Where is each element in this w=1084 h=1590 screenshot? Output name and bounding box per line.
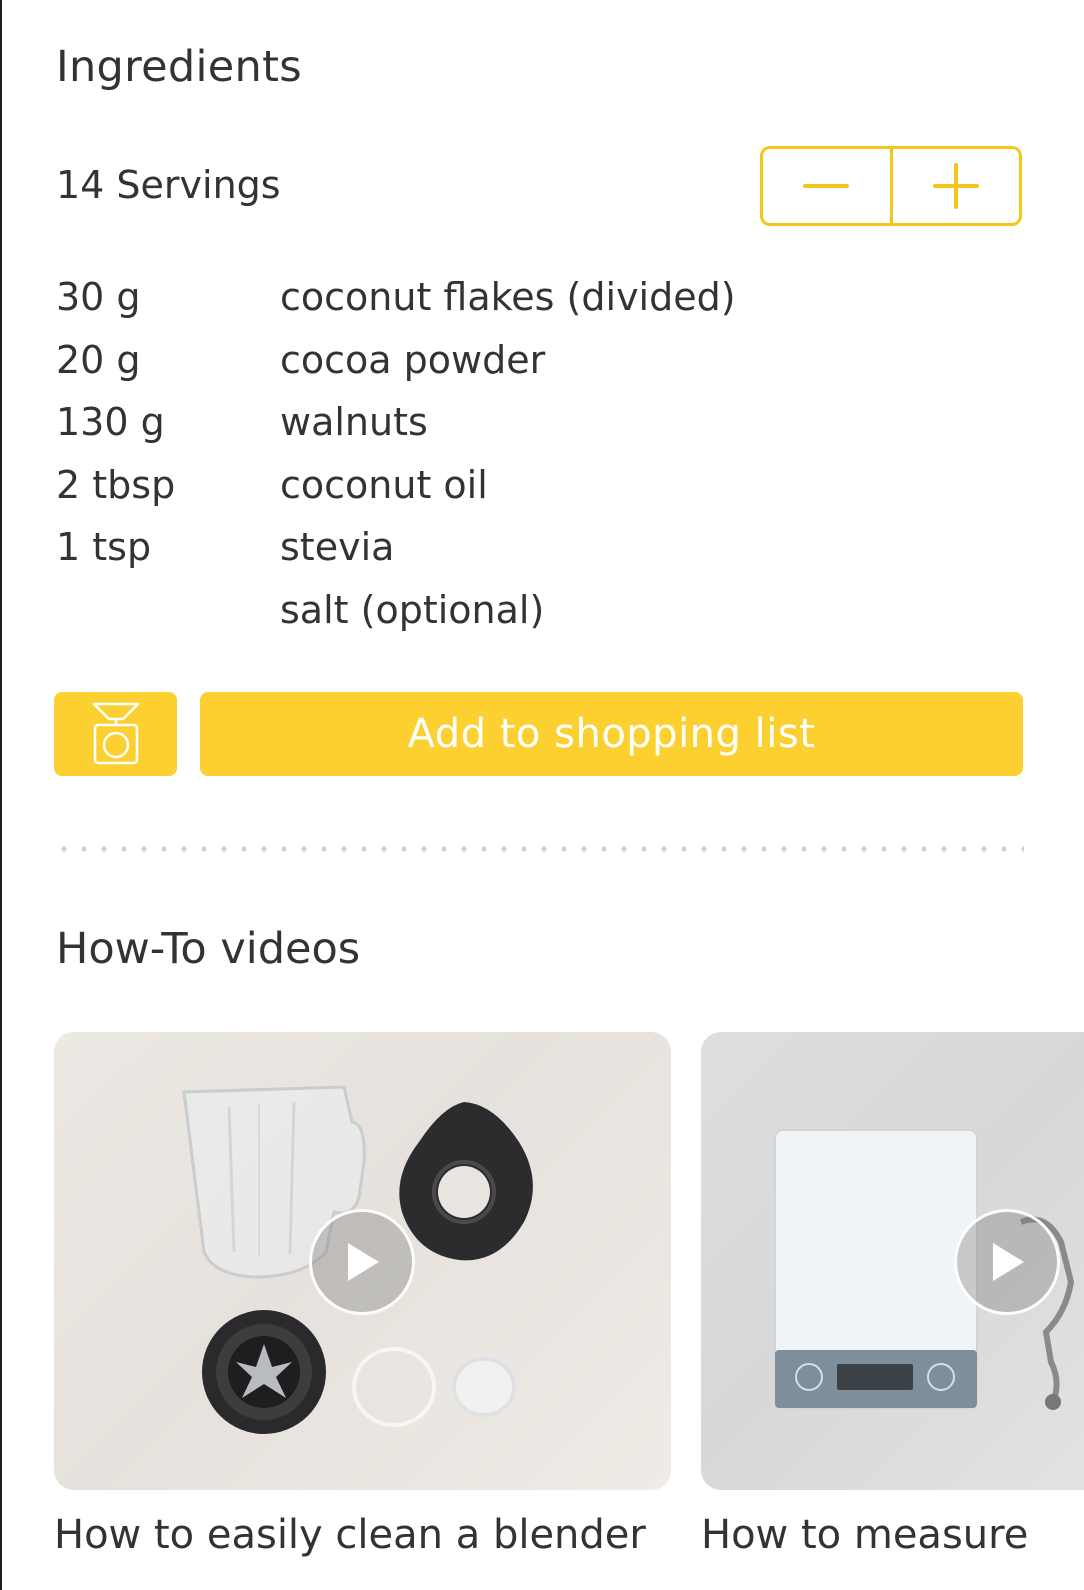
ingredient-quantity: 30 g — [56, 275, 141, 320]
video-card-clean-blender[interactable]: How to easily clean a blender — [54, 1032, 671, 1558]
unit-conversion-button[interactable] — [54, 692, 177, 776]
video-thumbnail[interactable] — [54, 1032, 671, 1490]
ingredient-row: salt (optional) — [56, 579, 956, 642]
ingredient-list: 30 g coconut flakes (divided) 20 g cocoa… — [56, 266, 956, 641]
play-icon — [993, 1243, 1024, 1281]
decrease-servings-button[interactable] — [763, 149, 890, 223]
ingredient-quantity: 130 g — [56, 400, 165, 445]
video-card-how-to-measure[interactable]: How to measure — [701, 1032, 1084, 1558]
dotted-divider — [54, 846, 1024, 852]
video-thumbnail[interactable] — [701, 1032, 1084, 1490]
ingredient-name: stevia — [280, 525, 395, 570]
kitchen-scale-icon — [92, 702, 139, 765]
window-edge — [0, 0, 2, 1590]
increase-servings-button[interactable] — [889, 149, 1020, 223]
ingredient-name: coconut oil — [280, 462, 488, 507]
how-to-videos-heading: How-To videos — [56, 924, 361, 974]
video-title: How to easily clean a blender — [54, 1512, 646, 1558]
video-title: How to measure — [701, 1512, 1029, 1558]
ingredient-name: walnuts — [280, 400, 428, 445]
add-to-shopping-list-button[interactable]: Add to shopping list — [200, 692, 1023, 776]
ingredients-heading: Ingredients — [56, 42, 302, 92]
ingredient-name: salt (optional) — [280, 587, 545, 632]
servings-label: 14 Servings — [56, 163, 281, 207]
ingredient-row: 130 g walnuts — [56, 391, 956, 454]
plus-icon — [932, 163, 979, 209]
minus-icon — [803, 184, 850, 188]
play-icon — [348, 1243, 379, 1281]
ingredient-name: coconut flakes (divided) — [280, 275, 736, 320]
ingredient-quantity: 20 g — [56, 337, 141, 382]
play-button[interactable] — [954, 1209, 1060, 1315]
play-button[interactable] — [309, 1209, 415, 1315]
ingredient-row: 30 g coconut flakes (divided) — [56, 266, 956, 329]
ingredient-row: 20 g cocoa powder — [56, 329, 956, 392]
ingredient-quantity: 2 tbsp — [56, 462, 176, 507]
ingredient-quantity: 1 tsp — [56, 525, 152, 570]
ingredient-row: 2 tbsp coconut oil — [56, 454, 956, 517]
ingredient-row: 1 tsp stevia — [56, 516, 956, 579]
servings-stepper — [760, 146, 1022, 226]
ingredient-name: cocoa powder — [280, 337, 546, 382]
